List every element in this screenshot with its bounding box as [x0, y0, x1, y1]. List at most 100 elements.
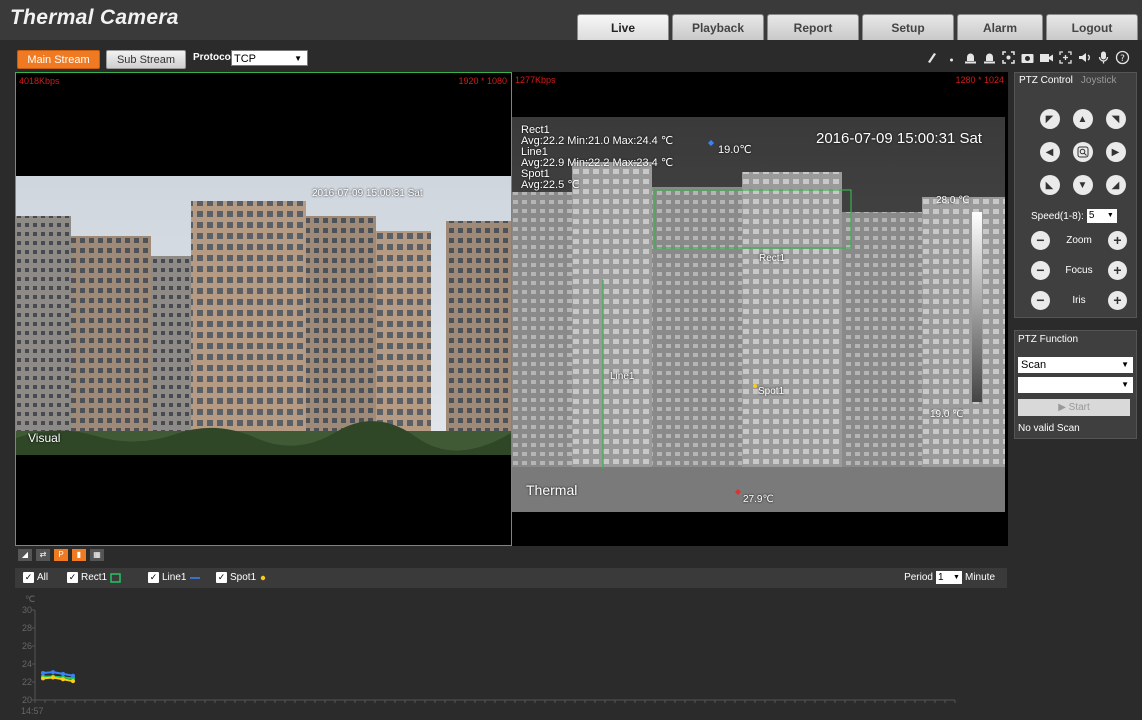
speed-value: 5: [1088, 210, 1095, 221]
focus-near-button[interactable]: −: [1031, 261, 1050, 280]
alarm-light-icon[interactable]: [963, 50, 978, 65]
ptz-toggle-icon[interactable]: P: [54, 549, 68, 561]
pan-up-button[interactable]: ▲: [1072, 109, 1093, 129]
pan-left-button[interactable]: ◀: [1039, 142, 1060, 162]
period-control: Period 1 ▼ Minute: [904, 571, 995, 584]
spot-marker-icon: [260, 575, 266, 580]
y-tick-label: 26: [22, 641, 32, 651]
zoom-out-button[interactable]: −: [1031, 231, 1050, 250]
cold-spot-marker: 19.0℃: [718, 144, 752, 156]
series-point-spot1: [71, 679, 75, 684]
layout-grid-icon[interactable]: ▦: [90, 549, 104, 561]
sub-stream-button[interactable]: Sub Stream: [106, 50, 186, 69]
pen-icon[interactable]: [925, 50, 940, 65]
thermal-resolution: 1280 * 1024: [955, 75, 1004, 85]
rect1-checkbox[interactable]: ✓: [67, 572, 78, 583]
series-line-line1: [42, 671, 74, 677]
visual-bitrate: 4018Kbps: [19, 76, 60, 86]
focus-frame-icon[interactable]: [1001, 50, 1016, 65]
protocol-value: TCP: [234, 53, 256, 65]
all-checkbox[interactable]: ✓: [23, 572, 34, 583]
x-tick-label: 14:57: [21, 706, 44, 716]
speed-row: Speed(1-8): 5 ▼: [1031, 209, 1117, 223]
pan-up-right-button[interactable]: ◥: [1105, 109, 1126, 129]
scale-min-label: 19.0 ℃: [930, 409, 964, 420]
snapshot-icon[interactable]: [1020, 50, 1035, 65]
pan-right-button[interactable]: ▶: [1105, 142, 1126, 162]
legend-all[interactable]: ✓ All: [23, 572, 48, 583]
visual-label: Visual: [28, 431, 61, 445]
header-bar: Thermal Camera Live Playback Report Setu…: [0, 0, 1142, 40]
iris-open-button[interactable]: +: [1108, 291, 1127, 310]
period-select[interactable]: 1 ▼: [935, 571, 962, 584]
tab-live[interactable]: Live: [577, 14, 669, 40]
legend-line1[interactable]: ✓ Line1: [148, 572, 201, 583]
ptz-tabs: PTZ Control Joystick: [1015, 73, 1136, 89]
thermal-label: Thermal: [526, 482, 578, 498]
ptz-function-title: PTZ Function: [1018, 334, 1079, 345]
legend-rect1-label: Rect1: [81, 572, 108, 583]
ptz-center-button[interactable]: [1072, 142, 1093, 162]
tab-joystick[interactable]: Joystick: [1077, 73, 1121, 89]
line1-checkbox[interactable]: ✓: [148, 572, 159, 583]
tab-report[interactable]: Report: [767, 14, 859, 40]
hot-spot-marker: 27.9℃: [743, 494, 774, 505]
channel-split-icon[interactable]: ⇄: [36, 549, 50, 561]
ptz-function-value: Scan: [1021, 359, 1047, 371]
focus-label: Focus: [1065, 265, 1093, 276]
zoom-row: − Zoom +: [1031, 231, 1127, 250]
image-adjust-icon[interactable]: ◢: [18, 549, 32, 561]
spot1-checkbox[interactable]: ✓: [216, 572, 227, 583]
visual-pane[interactable]: 4018Kbps 1920 * 1080 2016-07-09 15:00:31…: [15, 72, 512, 546]
microphone-icon[interactable]: [1096, 50, 1111, 65]
rect-marker-icon: [110, 572, 121, 583]
y-tick-label: 20: [22, 695, 32, 705]
dot-icon[interactable]: [944, 50, 959, 65]
tab-setup[interactable]: Setup: [862, 14, 954, 40]
thermal-video-image: [512, 117, 1005, 512]
temperature-chart: ℃ 30 28 26 24 22 20 14:57: [15, 588, 1007, 720]
tab-logout[interactable]: Logout: [1046, 14, 1138, 40]
zoom-icon[interactable]: [1058, 50, 1073, 65]
visual-timestamp: 2016-07-09 15:00:31 Sat: [312, 188, 423, 199]
legend-rect1[interactable]: ✓ Rect1: [67, 572, 121, 583]
pan-down-button[interactable]: ▼: [1072, 175, 1093, 195]
series-point-line1: [71, 673, 75, 678]
spot-label: Spot1: [758, 386, 785, 397]
legend-spot1-label: Spot1: [230, 572, 257, 583]
ptz-function-sub-select[interactable]: ▼: [1018, 377, 1133, 393]
ptz-control-panel: PTZ Control Joystick ◤ ▲ ◥ ◀ ▶ ◣ ▼ ◢ Spe…: [1014, 72, 1137, 318]
iris-label: Iris: [1072, 295, 1086, 306]
svg-text:?: ?: [1120, 54, 1125, 64]
series-point-line1: [51, 670, 55, 675]
thermal-timestamp: 2016-07-09 15:00:31 Sat: [816, 130, 982, 147]
period-value: 1: [937, 572, 944, 583]
ptz-direction-pad: ◤ ▲ ◥ ◀ ▶ ◣ ▼ ◢: [1033, 103, 1132, 202]
zoom-in-button[interactable]: +: [1108, 231, 1127, 250]
tab-playback[interactable]: Playback: [672, 14, 764, 40]
audio-icon[interactable]: [1077, 50, 1092, 65]
ptz-function-select[interactable]: Scan ▼: [1018, 357, 1133, 373]
start-button[interactable]: ▶ Start: [1018, 399, 1130, 416]
tab-ptz-control[interactable]: PTZ Control: [1015, 73, 1077, 89]
speed-select[interactable]: 5 ▼: [1086, 209, 1117, 223]
protocol-select[interactable]: TCP ▼: [231, 50, 308, 66]
pan-down-left-button[interactable]: ◣: [1039, 175, 1060, 195]
main-stream-button[interactable]: Main Stream: [17, 50, 100, 69]
tab-alarm[interactable]: Alarm: [957, 14, 1043, 40]
pan-down-right-button[interactable]: ◢: [1105, 175, 1126, 195]
alarm-light-2-icon[interactable]: [982, 50, 997, 65]
help-icon[interactable]: ?: [1115, 50, 1130, 65]
iris-close-button[interactable]: −: [1031, 291, 1050, 310]
legend-spot1[interactable]: ✓ Spot1: [216, 572, 267, 583]
focus-far-button[interactable]: +: [1107, 261, 1127, 280]
series-point-line1: [61, 671, 65, 676]
protocol-label: Protocol: [193, 52, 234, 63]
thermal-pane[interactable]: 1277Kbps 1280 * 1024 Rect1 Avg:22.2 Min:…: [512, 72, 1008, 546]
temperature-chart-icon[interactable]: ▮: [72, 549, 86, 561]
record-icon[interactable]: [1039, 50, 1054, 65]
scan-status: No valid Scan: [1018, 423, 1080, 434]
spot-stat-values: Avg:22.5 ℃: [521, 179, 580, 191]
pan-up-left-button[interactable]: ◤: [1039, 109, 1060, 129]
thermal-bitrate: 1277Kbps: [515, 75, 556, 85]
